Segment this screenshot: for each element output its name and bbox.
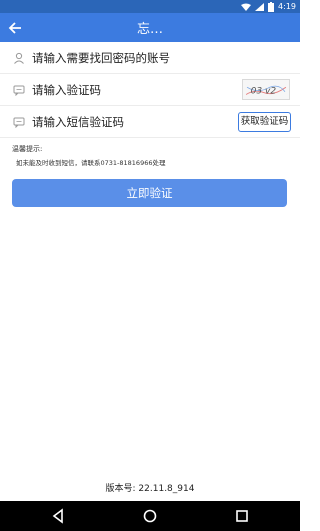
sms-code-input[interactable]: 请输入短信验证码 <box>32 114 124 130</box>
signal-icon <box>255 2 265 11</box>
status-time: 4:19 <box>278 2 296 11</box>
message-icon <box>13 85 25 96</box>
verify-button[interactable]: 立即验证 <box>12 179 287 207</box>
account-row: 请输入需要找回密码的账号 <box>0 42 300 74</box>
status-bar: 4:19 <box>0 0 300 13</box>
wifi-icon <box>241 3 252 11</box>
tips-title: 温馨提示: <box>12 145 43 153</box>
account-input[interactable]: 请输入需要找回密码的账号 <box>32 50 170 66</box>
sms-row: 请输入短信验证码 获取验证码 <box>0 106 300 138</box>
status-icons: 4:19 <box>241 1 296 12</box>
message-icon <box>13 117 25 128</box>
captcha-image[interactable]: 03 v2 <box>242 79 290 100</box>
get-sms-code-button[interactable]: 获取验证码 <box>238 112 291 132</box>
captcha-row: 请输入验证码 03 v2 <box>0 74 300 106</box>
system-nav-bar <box>0 501 300 531</box>
captcha-input[interactable]: 请输入验证码 <box>32 82 101 98</box>
captcha-text: 03 v2 <box>251 87 277 97</box>
tips-text: 如未能及时收到短信，请联系0731-81816966处理 <box>16 159 166 167</box>
back-icon[interactable] <box>50 508 66 524</box>
page-title: 忘… <box>136 22 163 37</box>
home-icon[interactable] <box>142 508 158 524</box>
recents-icon[interactable] <box>234 508 250 524</box>
version-label: 版本号: 22.11.8_914 <box>105 484 195 494</box>
user-icon <box>14 52 24 64</box>
battery-icon <box>268 1 275 12</box>
reset-form: 请输入需要找回密码的账号 请输入验证码 03 v2 请输入短信验证码 获取验证码 <box>0 42 300 138</box>
app-bar: 忘… <box>0 13 300 42</box>
